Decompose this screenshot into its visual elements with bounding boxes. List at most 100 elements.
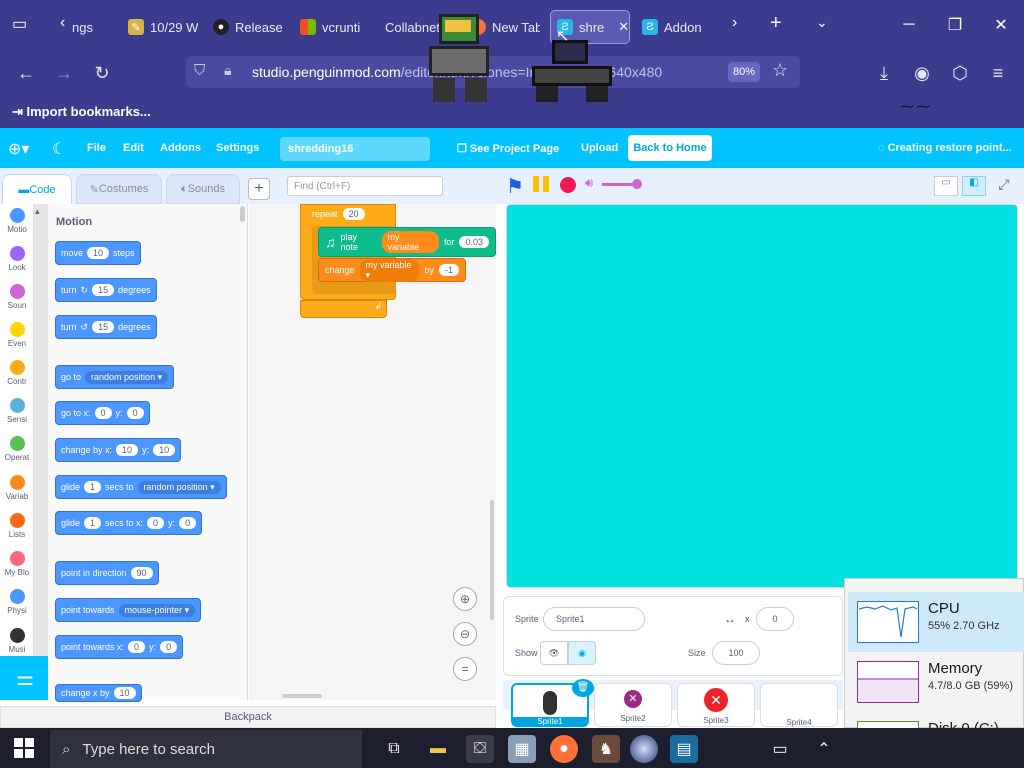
play-note-block[interactable]: ♫ play note my variable for 0.03 — [318, 227, 496, 257]
new-tab-icon[interactable]: + — [770, 12, 782, 35]
extensions-icon[interactable]: ⬡ — [946, 60, 974, 86]
tab-code[interactable]: ▬ Code — [2, 174, 72, 204]
tab-release[interactable]: ● Release — [213, 10, 291, 44]
block-change-by-xy[interactable]: change by x: 10 y: 10 — [55, 438, 182, 462]
script-horizontal-scrollbar[interactable] — [282, 694, 322, 698]
project-title-input[interactable]: shredding16 — [280, 137, 430, 161]
sprite-tile-3[interactable]: ✕ Sprite3 — [677, 683, 755, 727]
media-app-icon[interactable] — [630, 735, 658, 763]
block-turn-right[interactable]: turn ↻ 15 degrees — [55, 278, 157, 302]
category-motio[interactable]: Motio — [0, 208, 34, 234]
language-globe-icon[interactable]: ⊕▾ — [8, 139, 29, 159]
x-input[interactable]: 0 — [756, 607, 794, 631]
back-icon[interactable]: ← — [12, 60, 40, 86]
firefox-taskbar-icon[interactable]: ● — [550, 735, 578, 763]
menu-file[interactable]: File — [87, 142, 106, 154]
block-input[interactable]: -1 — [438, 264, 459, 276]
pause-icon[interactable] — [533, 176, 549, 192]
back-to-home-button[interactable]: Back to Home — [628, 135, 712, 161]
downloads-icon[interactable]: ⤓ — [870, 60, 898, 86]
bookmark-star-icon[interactable]: ☆ — [772, 60, 788, 81]
tab-sounds[interactable]: 🔈︎ Sounds — [166, 174, 240, 204]
menu-addons[interactable]: Addons — [160, 142, 201, 154]
zoom-reset-button[interactable]: = — [453, 657, 477, 681]
block-dropdown[interactable]: random position ▾ — [137, 480, 221, 494]
block-input[interactable]: 1 — [84, 481, 102, 493]
green-flag-icon[interactable]: ⚑ — [506, 174, 524, 199]
block-input[interactable]: 0 — [147, 517, 165, 529]
minimize-icon[interactable]: ─ — [894, 12, 924, 38]
zoom-in-button[interactable]: ⊕ — [453, 587, 477, 611]
block-input[interactable]: 0 — [128, 641, 146, 653]
sprite-tile-4[interactable]: Sprite4 — [760, 683, 838, 727]
category-lists[interactable]: Lists — [0, 513, 34, 539]
show-eye-icon[interactable]: 👁︎ — [540, 641, 568, 665]
close-window-icon[interactable]: ✕ — [986, 12, 1016, 38]
block-input[interactable]: 0 — [94, 407, 112, 419]
taskbar-search-box[interactable]: ⌕ Type here to search — [50, 730, 362, 768]
category-scrollbar[interactable] — [34, 204, 48, 686]
block-change-x[interactable]: change x by 10 — [55, 684, 142, 702]
store-icon[interactable]: ⛋ — [466, 735, 494, 763]
category-operat[interactable]: Operat — [0, 436, 34, 462]
block-dropdown[interactable]: random position ▾ — [85, 370, 169, 384]
block-glide-xy[interactable]: glide 1 secs to x: 0 y: 0 — [55, 511, 203, 535]
block-point-in-direction[interactable]: point in direction 90 — [55, 561, 159, 585]
block-input[interactable]: 15 — [92, 321, 115, 333]
tab-settings[interactable]: ngs — [72, 10, 116, 44]
scroll-up-icon[interactable]: ▴ — [35, 206, 40, 217]
add-extension-button[interactable]: ⚌ — [0, 656, 50, 700]
stage-canvas[interactable] — [506, 204, 1018, 588]
block-point-towards-xy[interactable]: point towards x: 0 y: 0 — [55, 635, 184, 659]
calculator-icon[interactable]: ▤ — [670, 735, 698, 763]
windows-start-icon[interactable] — [14, 738, 34, 758]
size-input[interactable]: 100 — [712, 641, 760, 665]
zoom-level[interactable]: 80% — [728, 62, 760, 82]
tray-chevron-icon[interactable]: ⌃ — [810, 735, 838, 763]
block-input[interactable]: 10 — [113, 687, 136, 699]
repeat-block-end[interactable]: ↲ — [300, 300, 387, 318]
volume-slider-thumb[interactable] — [632, 179, 642, 189]
script-vertical-scrollbar[interactable] — [490, 500, 494, 620]
tabs-scroll-right-icon[interactable]: › — [732, 14, 737, 32]
category-soun[interactable]: Soun — [0, 284, 34, 310]
stop-icon[interactable] — [560, 177, 576, 193]
tab-addon[interactable]: Ƨ Addon — [642, 10, 712, 44]
backpack-panel[interactable]: Backpack — [0, 706, 496, 728]
tab-1029[interactable]: ✎ 10/29 W — [128, 10, 198, 44]
game-app-icon[interactable]: ♞ — [592, 735, 620, 763]
tab-costumes[interactable]: ✎ Costumes — [76, 174, 162, 204]
list-all-tabs-icon[interactable]: ⌄ — [816, 14, 828, 31]
delete-sprite-icon[interactable]: 🗑︎ — [572, 679, 594, 697]
category-musi[interactable]: Musi — [0, 628, 34, 654]
block-go-to[interactable]: go to random position ▾ — [55, 365, 175, 389]
palette-scrollbar[interactable] — [240, 206, 245, 222]
zoom-out-button[interactable]: ⊖ — [453, 622, 477, 646]
block-input[interactable]: 15 — [92, 284, 115, 296]
app-icon[interactable]: ▦ — [508, 735, 536, 763]
maximize-icon[interactable]: ❐ — [940, 12, 970, 38]
upload-button[interactable]: Upload — [581, 142, 618, 154]
repeat-block-header[interactable]: repeat 20 — [306, 206, 371, 222]
block-input[interactable]: 1 — [84, 517, 102, 529]
find-input[interactable]: Find (Ctrl+F) — [287, 176, 443, 196]
menu-edit[interactable]: Edit — [123, 142, 144, 154]
variable-reporter[interactable]: my variable — [381, 231, 439, 253]
block-input[interactable]: 10 — [116, 444, 139, 456]
category-variab[interactable]: Variab — [0, 475, 34, 501]
block-dropdown[interactable]: my variable ▾ — [359, 258, 420, 282]
block-input[interactable]: 0 — [126, 407, 144, 419]
add-tab-button[interactable]: + — [248, 178, 270, 200]
tracking-protection-icon[interactable]: ⛉ — [194, 62, 205, 79]
volume-icon[interactable]: 🔊︎ — [585, 175, 593, 191]
large-stage-icon[interactable]: ◧ — [962, 176, 986, 196]
category-sensi[interactable]: Sensi — [0, 398, 34, 424]
block-input[interactable]: 0 — [160, 641, 178, 653]
menu-settings[interactable]: Settings — [216, 142, 259, 154]
category-look[interactable]: Look — [0, 246, 34, 272]
file-explorer-icon[interactable]: ▬ — [424, 735, 452, 763]
volume-slider[interactable] — [602, 183, 636, 186]
tab-vcruntime[interactable]: vcrunti — [300, 10, 366, 44]
import-bookmarks-link[interactable]: ⇥ Import bookmarks... — [12, 104, 151, 120]
lock-icon[interactable]: 🔒︎ — [224, 62, 231, 79]
